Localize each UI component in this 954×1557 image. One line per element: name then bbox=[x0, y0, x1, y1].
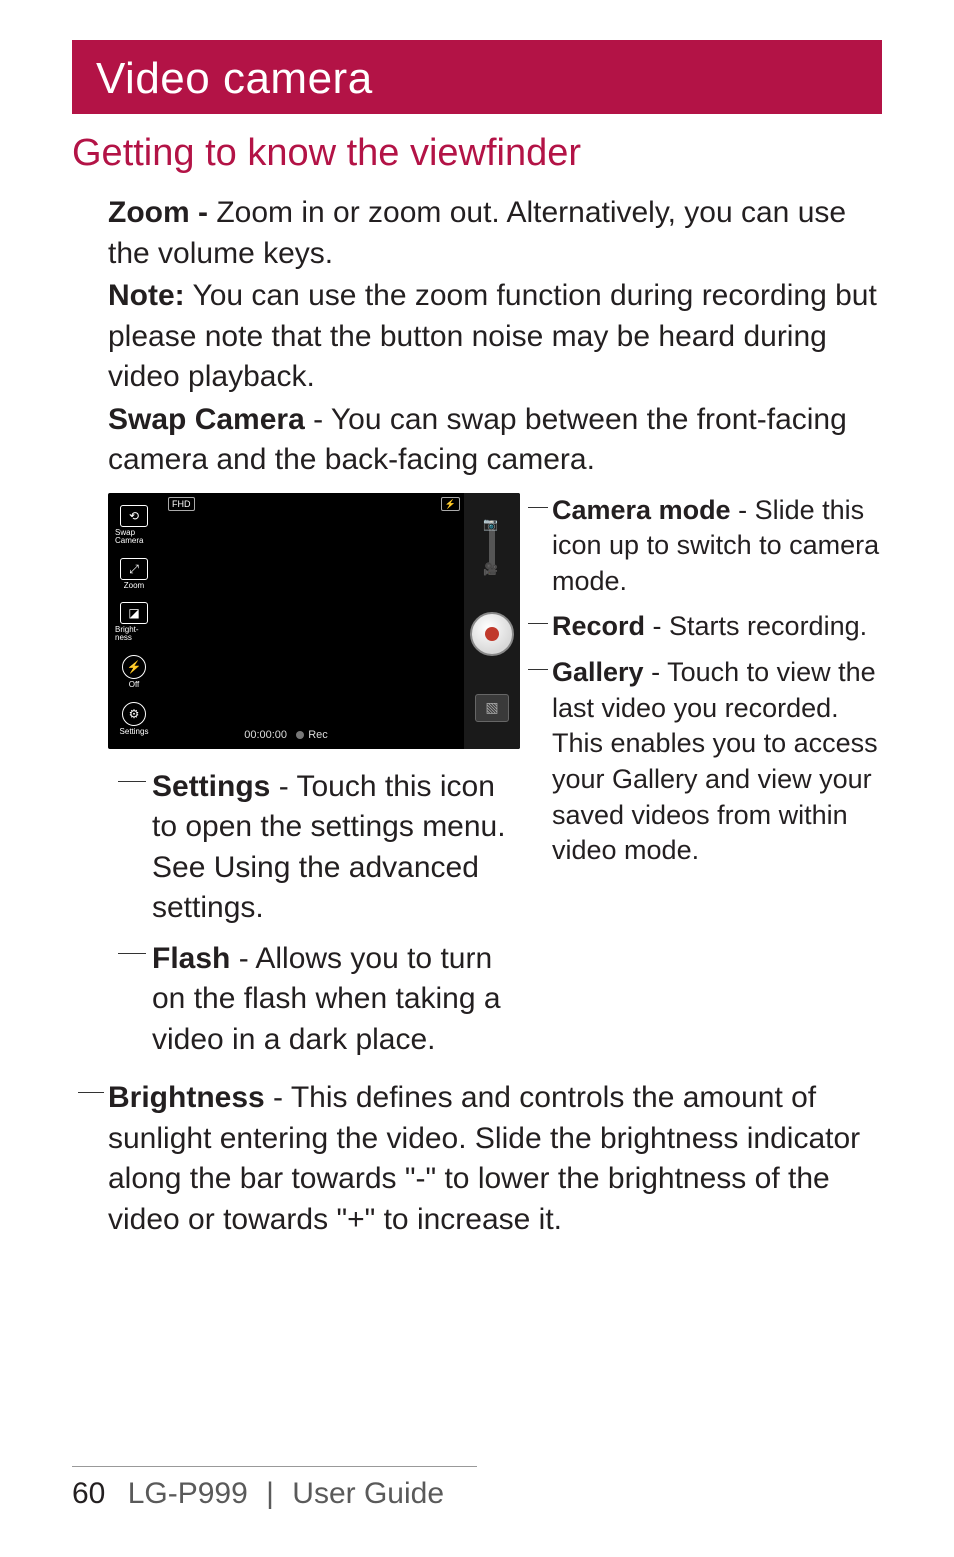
viewfinder-row: FHD ⚡ ⟲Swap Camera ⤢Zoom ◪Bright- ness ⚡… bbox=[72, 493, 882, 1071]
camera-mode-label: Camera mode bbox=[552, 495, 731, 525]
brightness-icon[interactable]: ◪Bright- ness bbox=[115, 602, 153, 642]
gallery-description: Gallery - Touch to view the last video y… bbox=[552, 655, 882, 869]
brightness-description: Brightness - This defines and controls t… bbox=[108, 1078, 882, 1240]
chapter-title-bar: Video camera bbox=[72, 40, 882, 114]
viewfinder-bottom-bar: 00:00:00 Rec bbox=[108, 728, 464, 743]
rec-label: Rec bbox=[308, 729, 328, 741]
footer-title: User Guide bbox=[292, 1477, 444, 1510]
right-callouts: Camera mode - Slide this icon up to swit… bbox=[520, 493, 882, 1071]
zoom-label: Zoom - bbox=[108, 196, 208, 229]
page-number: 60 bbox=[72, 1477, 105, 1510]
footer-text: 60 LG-P999 | User Guide bbox=[72, 1477, 882, 1511]
settings-label: Settings bbox=[152, 770, 270, 803]
page-footer: 60 LG-P999 | User Guide bbox=[0, 1466, 954, 1511]
gallery-label: Gallery bbox=[552, 657, 644, 687]
zoom-note-label: Note: bbox=[108, 279, 185, 312]
record-button[interactable] bbox=[470, 612, 514, 656]
settings-description: Settings - Touch this icon to open the s… bbox=[152, 767, 520, 929]
zoom-text: Zoom in or zoom out. Alternatively, you … bbox=[108, 196, 846, 270]
section-title: Getting to know the viewfinder bbox=[72, 132, 882, 175]
record-description: Record - Starts recording. bbox=[552, 609, 882, 645]
gallery-text: - Touch to view the last video you recor… bbox=[552, 657, 878, 865]
record-label: Record bbox=[552, 611, 645, 641]
content-body: Zoom - Zoom in or zoom out. Alternativel… bbox=[72, 193, 882, 1240]
footer-rule bbox=[72, 1466, 477, 1467]
rec-dot-icon bbox=[296, 731, 304, 739]
record-text: - Starts recording. bbox=[645, 611, 867, 641]
camera-mode-icon: 📷 bbox=[483, 516, 498, 532]
fhd-badge: FHD bbox=[168, 497, 195, 511]
flash-label: Flash bbox=[152, 942, 230, 975]
viewfinder-topbar: FHD ⚡ bbox=[168, 497, 460, 511]
zoom-icon[interactable]: ⤢Zoom bbox=[115, 558, 153, 590]
viewfinder-screenshot: FHD ⚡ ⟲Swap Camera ⤢Zoom ◪Bright- ness ⚡… bbox=[108, 493, 520, 1071]
gallery-button[interactable]: ▧ bbox=[475, 694, 509, 722]
flash-status-icon: ⚡ bbox=[441, 497, 460, 511]
zoom-note: Note: You can use the zoom function duri… bbox=[108, 276, 882, 398]
flash-description: Flash - Allows you to turn on the flash … bbox=[152, 939, 520, 1061]
chapter-title: Video camera bbox=[96, 54, 373, 103]
brightness-label: Brightness bbox=[108, 1081, 265, 1114]
footer-model: LG-P999 bbox=[128, 1477, 248, 1510]
zoom-description: Zoom - Zoom in or zoom out. Alternativel… bbox=[108, 193, 882, 274]
swap-camera-icon[interactable]: ⟲Swap Camera bbox=[115, 505, 153, 545]
viewfinder-left-toolbar: ⟲Swap Camera ⤢Zoom ◪Bright- ness ⚡Off ⚙S… bbox=[108, 493, 160, 749]
flash-icon[interactable]: ⚡Off bbox=[115, 655, 153, 689]
camera-mode-description: Camera mode - Slide this icon up to swit… bbox=[552, 493, 882, 600]
video-mode-icon: 🎥 bbox=[483, 561, 498, 577]
manual-page: Video camera Getting to know the viewfin… bbox=[0, 0, 954, 1557]
swap-label: Swap Camera bbox=[108, 403, 305, 436]
left-callouts: Settings - Touch this icon to open the s… bbox=[108, 767, 520, 1061]
timer-text: 00:00:00 bbox=[244, 729, 287, 741]
top-descriptions: Zoom - Zoom in or zoom out. Alternativel… bbox=[72, 193, 882, 481]
viewfinder-right-toolbar: 📷 🎥 ▧ bbox=[464, 493, 520, 749]
mode-slider[interactable]: 📷 🎥 bbox=[489, 520, 495, 574]
viewfinder: FHD ⚡ ⟲Swap Camera ⤢Zoom ◪Bright- ness ⚡… bbox=[108, 493, 520, 749]
swap-camera-description: Swap Camera - You can swap between the f… bbox=[108, 400, 882, 481]
zoom-note-text: You can use the zoom function during rec… bbox=[108, 279, 877, 393]
footer-separator: | bbox=[266, 1477, 274, 1510]
